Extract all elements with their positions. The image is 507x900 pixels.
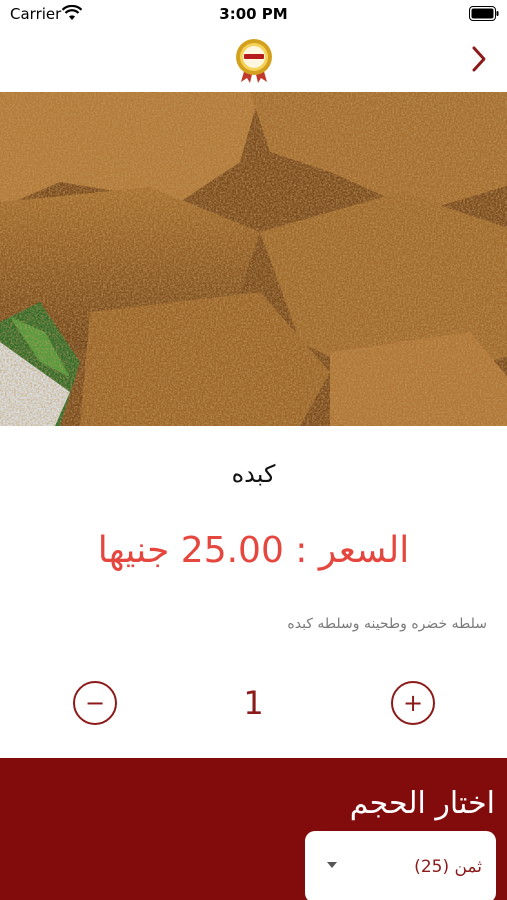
increase-quantity-button[interactable]: + (391, 681, 435, 725)
chevron-down-icon (327, 862, 337, 868)
status-time: 3:00 PM (219, 5, 288, 23)
size-dropdown[interactable]: ثمن (25) (305, 831, 496, 900)
restaurant-logo (236, 39, 272, 83)
size-selected-option: ثمن (25) (414, 857, 482, 877)
product-description: سلطه خضره وطحينه وسلطه كبده (287, 616, 487, 632)
size-selection-panel: اختار الحجم ثمن (25) (0, 758, 507, 900)
plus-icon: + (402, 689, 424, 717)
product-name: كبده (231, 460, 276, 488)
navigation-bar (0, 30, 507, 92)
status-bar: Carrier 3:00 PM (0, 0, 507, 30)
battery-icon (469, 6, 499, 21)
size-title: اختار الحجم (349, 786, 495, 821)
product-price: السعر : 25.00 جنيها (97, 530, 410, 571)
chevron-right-icon[interactable] (469, 44, 489, 74)
product-image (0, 92, 507, 426)
